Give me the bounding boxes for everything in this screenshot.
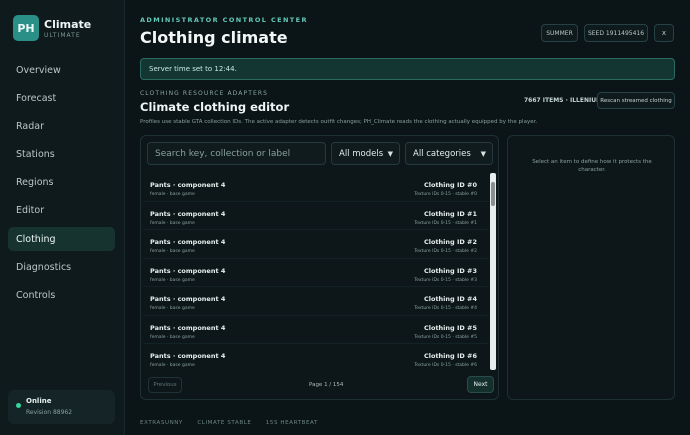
list-item[interactable]: Pants · component 4 female · base game Clo…	[143, 287, 489, 316]
item-subtitle: female · base game	[150, 277, 195, 283]
item-clothing-id: Clothing ID #5	[423, 323, 477, 332]
sidebar-item-controls[interactable]: Controls	[8, 284, 115, 308]
revision-label: Revision 88962	[26, 409, 73, 416]
item-title: Pants · component 4	[150, 209, 226, 218]
item-clothing-id: Clothing ID #4	[423, 295, 477, 303]
sidebar: PH Climate ULTIMATE Overview Forecast Rada…	[0, 0, 125, 435]
list-item[interactable]: Pants · component 4 female · base game Clo…	[143, 344, 489, 370]
brand-name: Climate	[44, 18, 92, 31]
item-subtitle: female · base game	[150, 334, 195, 340]
item-clothing-id: Clothing ID #0	[423, 181, 477, 189]
chevron-down-icon: ▼	[387, 150, 393, 158]
category-select[interactable]: All categories ▼	[405, 142, 493, 165]
item-subtitle: female · base game	[150, 249, 195, 254]
season-chip[interactable]: SUMMER	[541, 24, 578, 42]
previous-page-button[interactable]: Previous	[148, 377, 182, 393]
search-input[interactable]	[147, 142, 326, 165]
section-eyebrow: CLOTHING RESOURCE ADAPTERS	[140, 90, 269, 97]
list-scrollbar[interactable]	[490, 173, 496, 370]
sidebar-item-stations[interactable]: Stations	[8, 143, 115, 167]
footer-heartbeat: 15S HEARTBEAT	[265, 420, 318, 426]
list-item[interactable]: Pants · component 4 female · base game Clo…	[143, 259, 489, 287]
list-item[interactable]: Pants · component 4 female · base game Clo…	[143, 230, 489, 259]
item-title: Pants · component 4	[150, 295, 226, 303]
sidebar-item-radar[interactable]: Radar	[8, 114, 115, 138]
item-texture-ids: Texture IDs 0-15 · stable #0	[414, 192, 477, 197]
item-title: Pants · component 4	[150, 323, 226, 332]
chevron-down-icon: ▼	[480, 150, 486, 158]
next-page-button[interactable]: Next	[467, 376, 494, 393]
item-subtitle: female · base game	[150, 220, 195, 226]
server-time-banner: Server time set to 12:44.	[140, 58, 675, 80]
item-subtitle: female · base game	[150, 306, 195, 311]
item-texture-ids: Texture IDs 0-15 · stable #1	[414, 220, 477, 226]
item-clothing-id: Clothing ID #3	[423, 266, 477, 275]
scrollbar-thumb[interactable]	[491, 182, 495, 206]
logo-badge: PH	[13, 15, 39, 41]
rescan-button[interactable]: Rescan streamed clothing	[597, 92, 675, 109]
item-texture-ids: Texture IDs 0-15 · stable #6	[414, 363, 477, 368]
close-button[interactable]: x	[654, 24, 674, 42]
item-title: Pants · component 4	[150, 181, 226, 189]
status-title: Online	[26, 397, 52, 405]
status-card: Online Revision 88962	[8, 390, 115, 424]
list-item[interactable]: Pants · component 4 female · base game Clo…	[143, 316, 489, 344]
brand-subtitle: ULTIMATE	[44, 32, 81, 39]
item-subtitle: female · base game	[150, 363, 195, 368]
item-texture-ids: Texture IDs 0-15 · stable #4	[414, 306, 477, 311]
sidebar-item-regions[interactable]: Regions	[8, 171, 115, 195]
item-texture-ids: Texture IDs 0-15 · stable #2	[414, 249, 477, 254]
model-select-value: All models	[339, 148, 384, 159]
item-texture-ids: Texture IDs 0-15 · stable #5	[414, 334, 477, 340]
sidebar-item-clothing[interactable]: Clothing	[8, 227, 115, 252]
clothing-item-list: Pants · component 4 female · base game Clo…	[143, 173, 489, 370]
section-title: Climate clothing editor	[140, 100, 290, 114]
sidebar-item-overview[interactable]: Overview	[8, 58, 115, 82]
item-clothing-id: Clothing ID #2	[423, 238, 477, 246]
item-detail-panel: Select an item to define how it protects…	[507, 135, 675, 400]
item-clothing-id: Clothing ID #6	[423, 352, 477, 360]
status-footer: EXTRASUNNY CLIMATE STABLE 15S HEARTBEAT	[140, 420, 330, 426]
items-count: 7667 ITEMS · ILLENIUM	[524, 97, 603, 104]
model-select[interactable]: All models ▼	[331, 142, 400, 165]
online-status-dot-icon	[16, 403, 21, 408]
detail-hint: Select an item to define how it protects…	[532, 159, 652, 173]
list-item[interactable]: Pants · component 4 female · base game Clo…	[143, 202, 489, 230]
main-content: ADMINISTRATOR CONTROL CENTER Clothing cl…	[126, 0, 690, 435]
category-select-value: All categories	[413, 148, 471, 159]
item-title: Pants · component 4	[150, 238, 226, 246]
page-indicator: Page 1 / 154	[309, 382, 344, 388]
item-texture-ids: Texture IDs 0-15 · stable #3	[414, 277, 477, 283]
item-subtitle: female · base game	[150, 192, 195, 197]
item-title: Pants · component 4	[150, 266, 226, 275]
sidebar-nav: Overview Forecast Radar Stations Regions Edit…	[8, 58, 115, 312]
page-title: Clothing climate	[140, 28, 288, 47]
header-eyebrow: ADMINISTRATOR CONTROL CENTER	[140, 16, 308, 24]
seed-chip[interactable]: SEED 1911495416	[584, 24, 648, 42]
footer-weather: EXTRASUNNY	[140, 420, 183, 426]
sidebar-item-forecast[interactable]: Forecast	[8, 86, 115, 110]
clothing-list-panel: All models ▼ All categories ▼ Pants · co…	[140, 135, 499, 400]
footer-climate-state: CLIMATE STABLE	[197, 420, 252, 426]
item-title: Pants · component 4	[150, 352, 226, 360]
section-description: Profiles use stable GTA collection IDs. …	[140, 119, 538, 125]
sidebar-item-diagnostics[interactable]: Diagnostics	[8, 255, 115, 279]
list-item[interactable]: Pants · component 4 female · base game Clo…	[143, 173, 489, 202]
item-clothing-id: Clothing ID #1	[423, 209, 477, 218]
sidebar-item-editor[interactable]: Editor	[8, 199, 115, 223]
